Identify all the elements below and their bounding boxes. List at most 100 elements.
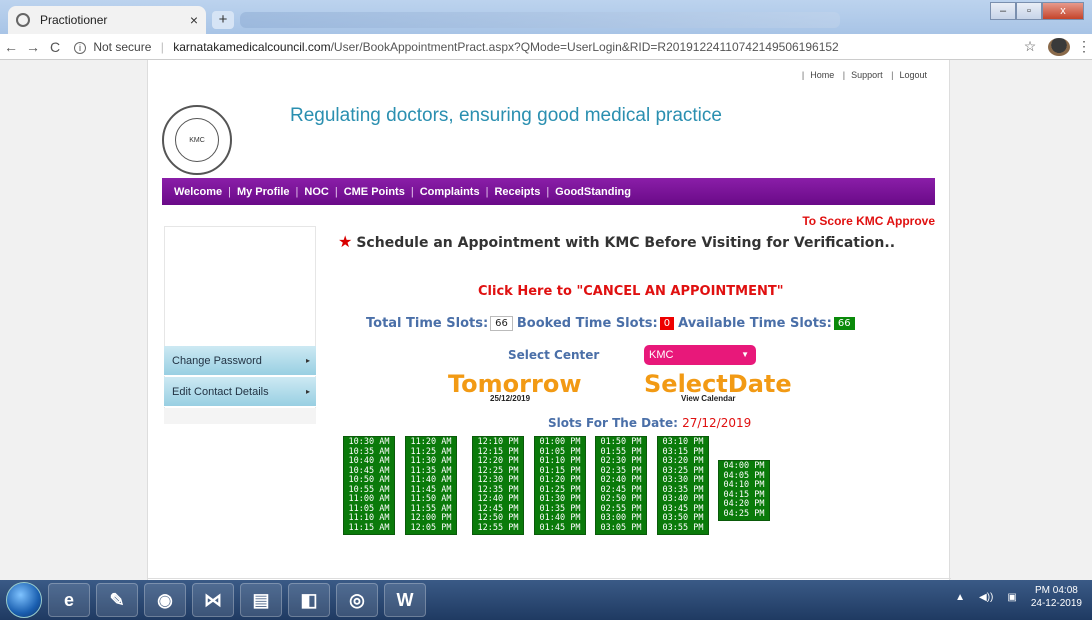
slot-column: 01:50 PM 01:55 PM 02:30 PM 02:35 PM 02:40 PM…	[595, 436, 647, 535]
url-field[interactable]: i Not secure | karnatakamedicalcouncil.c…	[74, 40, 1018, 54]
taskbar-app-chrome[interactable]: ◎	[336, 583, 378, 617]
page-content: | Home | Support | Logout KMC Regulating do…	[147, 60, 951, 580]
menu-goodstanding[interactable]: GoodStanding	[555, 186, 631, 198]
address-bar: ← → C i Not secure | karnatakamedicalcou…	[0, 34, 1092, 60]
slot-column: 12:10 PM 12:15 PM 12:20 PM 12:25 PM 12:30 PM…	[472, 436, 524, 535]
support-link[interactable]: Support	[851, 70, 883, 80]
time-slot[interactable]: 03:05 PM	[598, 523, 644, 534]
sidebar-item-change-password[interactable]: Change Password ▸	[164, 346, 316, 376]
profile-avatar[interactable]	[1048, 37, 1070, 56]
time-slot[interactable]: 04:25 PM	[721, 509, 767, 520]
browser-tab[interactable]: Practiotioner ×	[8, 6, 206, 34]
clock-date: 24-12-2019	[1030, 598, 1082, 609]
taskbar-app-word[interactable]: W	[384, 583, 426, 617]
tab-close-icon[interactable]: ×	[190, 12, 198, 28]
browser-titlebar: Practiotioner × + – ▫ x	[0, 0, 1092, 34]
maximize-button[interactable]: ▫	[1016, 2, 1042, 20]
schedule-heading: ★ Schedule an Appointment with KMC Before…	[338, 232, 895, 251]
schedule-text: Schedule an Appointment with KMC Before …	[356, 235, 896, 251]
available-slots-label: Available Time Slots:	[678, 316, 832, 331]
taskbar-app-explorer[interactable]: ▤	[240, 583, 282, 617]
menu-welcome[interactable]: Welcome	[174, 186, 222, 198]
menu-my-profile[interactable]: My Profile	[237, 186, 290, 198]
taskbar-app-ie[interactable]: e	[48, 583, 90, 617]
menu-cme-points[interactable]: CME Points	[344, 186, 405, 198]
total-slots-label: Total Time Slots:	[366, 316, 489, 331]
view-calendar-link[interactable]: View Calendar	[681, 394, 736, 403]
center-select[interactable]: KMC ▼	[644, 345, 756, 365]
time-slot[interactable]: 12:05 PM	[408, 523, 454, 534]
reload-icon[interactable]: C	[44, 39, 66, 55]
slot-counts: Total Time Slots: 66 Booked Time Slots: …	[366, 316, 859, 331]
main-menu: Welcome | My Profile | NOC | CME Points | Co…	[162, 178, 935, 205]
new-tab-button[interactable]: +	[212, 11, 234, 29]
menu-noc[interactable]: NOC	[304, 186, 328, 198]
slot-column: 11:20 AM 11:25 AM 11:30 AM 11:35 AM 11:40 AM…	[405, 436, 457, 535]
council-logo: KMC	[162, 105, 232, 175]
home-link[interactable]: Home	[810, 70, 834, 80]
network-icon[interactable]: ▣	[1007, 592, 1016, 603]
minimize-button[interactable]: –	[990, 2, 1016, 20]
chevron-right-icon: ▸	[305, 356, 310, 365]
clock-time: PM 04:08	[1035, 585, 1078, 596]
sidebar-item-label: Edit Contact Details	[172, 385, 269, 398]
time-slot[interactable]: 12:55 PM	[475, 523, 521, 534]
menu-receipts[interactable]: Receipts	[494, 186, 540, 198]
booked-slots-label: Booked Time Slots:	[516, 316, 658, 331]
taskbar-app-firefox[interactable]: ◉	[144, 583, 186, 617]
info-icon[interactable]: i	[74, 41, 86, 54]
time-slot[interactable]: 03:55 PM	[660, 523, 706, 534]
volume-icon[interactable]: ◀))	[979, 592, 993, 603]
sidebar-item-edit-contact[interactable]: Edit Contact Details ▸	[164, 377, 316, 407]
booked-slots-value: 0	[659, 317, 675, 330]
url-host: karnatakamedicalcouncil.com	[173, 39, 331, 54]
time-slot[interactable]: 01:45 PM	[537, 523, 583, 534]
blurred-tabs	[240, 12, 840, 28]
top-links: | Home | Support | Logout	[801, 70, 927, 80]
close-window-button[interactable]: x	[1042, 2, 1084, 20]
caret-down-icon: ▼	[741, 350, 749, 359]
center-select-value: KMC	[649, 349, 674, 361]
cancel-appointment-link[interactable]: Click Here to "CANCEL AN APPOINTMENT"	[478, 284, 784, 299]
page-divider	[148, 578, 951, 579]
slots-title-date: 27/12/2019	[682, 416, 752, 430]
security-label: Not secure	[93, 39, 152, 54]
taskbar-app-visual-studio[interactable]: ⋈	[192, 583, 234, 617]
system-tray: ▲ ◀)) ▣ PM 04:08 24-12-2019	[955, 584, 1082, 610]
back-icon[interactable]: ←	[0, 39, 22, 55]
select-center-label: Select Center	[508, 348, 600, 362]
browser-menu-icon[interactable]: ⋮	[1076, 38, 1092, 55]
logo-seal: KMC	[175, 118, 219, 162]
url-path: /User/BookAppointmentPract.aspx?QMode=Us…	[330, 39, 839, 54]
slot-column: 01:00 PM 01:05 PM 01:10 PM 01:15 PM 01:20 PM…	[534, 436, 586, 535]
available-slots-value: 66	[833, 317, 855, 330]
forward-icon[interactable]: →	[22, 39, 44, 55]
taskbar-app-tools[interactable]: ✎	[96, 583, 138, 617]
menu-complaints[interactable]: Complaints	[420, 186, 480, 198]
show-hidden-icons-icon[interactable]: ▲	[955, 592, 965, 603]
total-slots-value: 66	[490, 316, 513, 331]
slots-title: Slots For The Date: 27/12/2019	[548, 416, 751, 430]
url-separator: |	[160, 39, 164, 54]
slot-column: 10:30 AM 10:35 AM 10:40 AM 10:45 AM 10:50 AM…	[343, 436, 395, 535]
window-controls: – ▫ x	[990, 2, 1084, 20]
sidebar-item-label: Change Password	[172, 354, 262, 367]
slots-title-label: Slots For The Date:	[548, 416, 678, 430]
bookmark-star-icon[interactable]: ☆	[1018, 38, 1042, 55]
score-approve-link[interactable]: To Score KMC Approve	[802, 214, 935, 228]
logout-link[interactable]: Logout	[899, 70, 927, 80]
tab-title: Practiotioner	[40, 13, 108, 27]
tagline: Regulating doctors, ensuring good medica…	[290, 105, 722, 126]
tomorrow-date: 25/12/2019	[490, 394, 531, 403]
sidebar-footer	[164, 408, 316, 424]
start-button[interactable]	[6, 582, 42, 618]
taskbar: e ✎ ◉ ⋈ ▤ ◧ ◎ W ▲ ◀)) ▣ PM 04:08 24-12-2…	[0, 580, 1092, 620]
slot-column: 03:10 PM 03:15 PM 03:20 PM 03:25 PM 03:30 PM…	[657, 436, 709, 535]
chevron-right-icon: ▸	[305, 387, 310, 396]
star-icon: ★	[338, 232, 353, 251]
globe-icon	[16, 13, 30, 27]
clock[interactable]: PM 04:08 24-12-2019	[1031, 584, 1082, 610]
slot-column: 04:00 PM 04:05 PM 04:10 PM 04:15 PM 04:20 PM…	[718, 460, 770, 521]
taskbar-app-media[interactable]: ◧	[288, 583, 330, 617]
time-slot[interactable]: 11:15 AM	[346, 523, 392, 534]
